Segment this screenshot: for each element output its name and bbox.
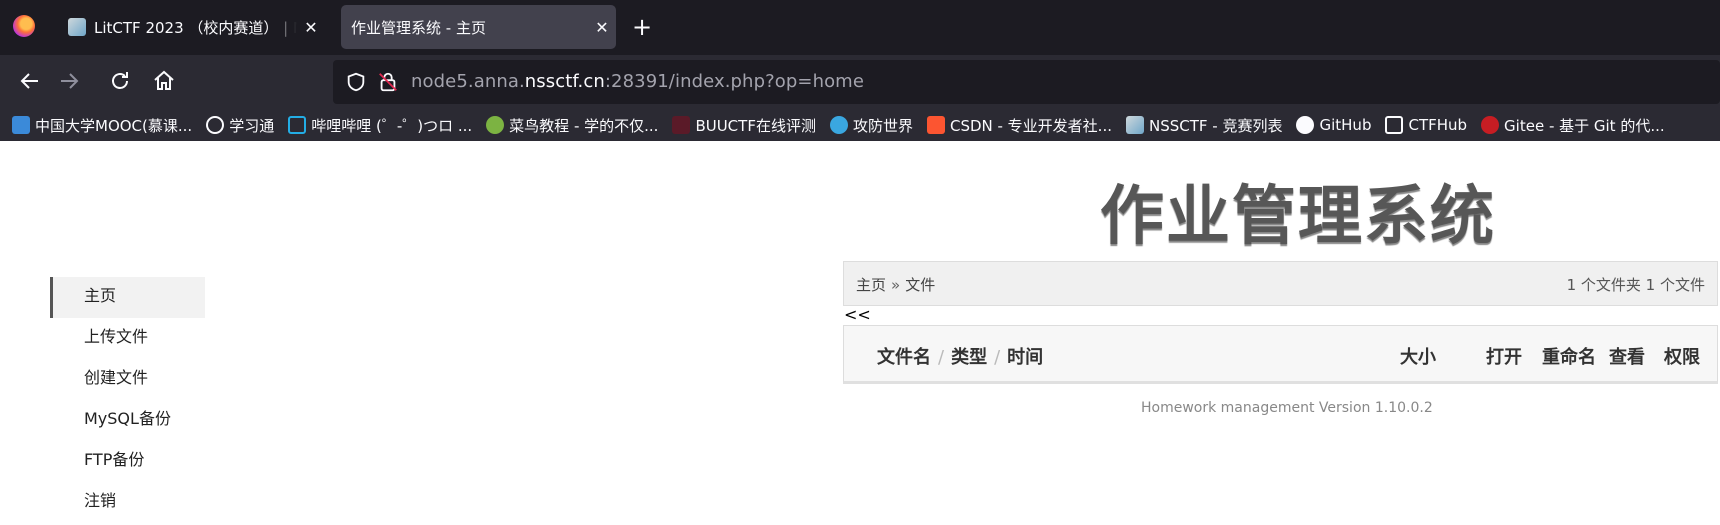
- bookmark-chaoxing[interactable]: 学习通: [206, 115, 274, 136]
- sidebar-item-ftp-backup[interactable]: FTP备份: [50, 441, 205, 482]
- version-footer: Homework management Version 1.10.0.2: [1141, 400, 1433, 416]
- header-sort-group: 文件名 / 类型 / 时间: [877, 343, 1043, 369]
- bookmark-label: Gitee - 基于 Git 的代...: [1504, 116, 1665, 135]
- tab-title: LitCTF 2023 （校内赛道） | NSSCTF: [94, 18, 297, 37]
- tab-bar: LitCTF 2023 （校内赛道） | NSSCTF ✕ 作业管理系统 - 主…: [0, 0, 1720, 55]
- url-path: :28391/index.php?op=home: [604, 71, 864, 92]
- home-icon[interactable]: [152, 69, 176, 93]
- bookmark-mooc[interactable]: 中国大学MOOC(慕课...: [12, 115, 192, 136]
- bookmark-label: CSDN - 专业开发者社...: [949, 116, 1112, 135]
- bookmark-label: GitHub: [1319, 116, 1372, 134]
- globe-icon: [206, 116, 225, 134]
- header-time[interactable]: 时间: [1007, 347, 1043, 368]
- sidebar-item-mysql-backup[interactable]: MySQL备份: [50, 400, 205, 441]
- adworld-favicon-icon: [829, 116, 848, 134]
- buuctf-favicon-icon: [672, 116, 691, 134]
- bookmark-nssctf[interactable]: NSSCTF - 竞赛列表: [1126, 115, 1282, 136]
- breadcrumb: 主页 » 文件 1 个文件夹 1 个文件: [843, 261, 1718, 306]
- github-icon: [1296, 116, 1315, 134]
- sidebar-item-logout[interactable]: 注销: [50, 482, 205, 523]
- nssctf-favicon-icon: [68, 18, 86, 36]
- tab-title: 作业管理系统 - 主页: [351, 18, 486, 37]
- bookmark-ctfhub[interactable]: CTFHub: [1385, 116, 1467, 134]
- csdn-favicon-icon: [926, 116, 945, 134]
- navigation-toolbar: node5.anna.nssctf.cn:28391/index.php?op=…: [0, 55, 1720, 109]
- header-size[interactable]: 大小: [1400, 343, 1436, 369]
- close-icon[interactable]: ✕: [297, 18, 325, 37]
- back-link[interactable]: <<: [844, 305, 871, 324]
- bookmark-runoob[interactable]: 菜鸟教程 - 学的不仅...: [486, 115, 658, 136]
- bookmark-label: NSSCTF - 竞赛列表: [1149, 116, 1283, 135]
- new-tab-plus-icon[interactable]: +: [632, 14, 652, 40]
- url-host: nssctf.cn: [524, 71, 605, 92]
- close-icon[interactable]: ✕: [588, 18, 616, 37]
- header-open: 打开: [1486, 347, 1522, 368]
- bookmark-label: 中国大学MOOC(慕课...: [35, 116, 193, 135]
- bookmark-csdn[interactable]: CSDN - 专业开发者社...: [926, 115, 1112, 136]
- tab-homework-system[interactable]: 作业管理系统 - 主页 ✕: [341, 5, 616, 49]
- sidebar-item-create[interactable]: 创建文件: [50, 359, 205, 400]
- url-bar[interactable]: node5.anna.nssctf.cn:28391/index.php?op=…: [333, 60, 1720, 104]
- header-permission: 权限: [1664, 347, 1700, 368]
- bookmark-gitee[interactable]: Gitee - 基于 Git 的代...: [1481, 115, 1665, 136]
- nssctf-favicon-icon: [1126, 116, 1144, 134]
- forward-arrow-icon[interactable]: [57, 69, 81, 93]
- reload-icon[interactable]: [108, 69, 132, 93]
- header-rename: 重命名: [1542, 347, 1596, 368]
- url-subdomain: node5.anna.: [411, 71, 525, 92]
- header-filename[interactable]: 文件名: [877, 347, 931, 368]
- runoob-favicon-icon: [486, 116, 505, 134]
- bookmark-label: 学习通: [229, 116, 275, 135]
- url-text[interactable]: node5.anna.nssctf.cn:28391/index.php?op=…: [411, 71, 864, 92]
- header-separator: /: [938, 347, 945, 368]
- header-view: 查看: [1609, 347, 1645, 368]
- page-title: 作业管理系统: [1100, 180, 1496, 254]
- ctfhub-hexagon-icon: [1385, 116, 1404, 134]
- web-page: 作业管理系统 主页 上传文件 创建文件 MySQL备份 FTP备份 注销 主页 »…: [0, 141, 1720, 525]
- bookmark-label: 菜鸟教程 - 学的不仅...: [509, 116, 659, 135]
- file-counts: 1 个文件夹 1 个文件: [1566, 276, 1705, 294]
- sidebar-item-home[interactable]: 主页: [50, 277, 205, 318]
- sidebar-item-upload[interactable]: 上传文件: [50, 318, 205, 359]
- bookmark-label: 哔哩哔哩 (゜-゜)つロ ...: [311, 116, 473, 135]
- bookmark-adworld[interactable]: 攻防世界: [829, 115, 913, 136]
- breadcrumb-separator: »: [891, 276, 901, 294]
- header-separator: /: [994, 347, 1001, 368]
- bookmark-label: 攻防世界: [852, 116, 913, 135]
- file-table-header: 文件名 / 类型 / 时间 大小 打开 重命名 查看 权限: [843, 325, 1718, 384]
- back-arrow-icon[interactable]: [18, 69, 42, 93]
- shield-icon[interactable]: [345, 71, 367, 93]
- bookmarks-toolbar: 中国大学MOOC(慕课... 学习通 哔哩哔哩 (゜-゜)つロ ... 菜鸟教程…: [0, 109, 1720, 141]
- breadcrumb-home-link[interactable]: 主页: [856, 276, 886, 294]
- sidebar-menu: 主页 上传文件 创建文件 MySQL备份 FTP备份 注销: [50, 277, 205, 523]
- bilibili-favicon-icon: [288, 116, 307, 134]
- bookmark-bilibili[interactable]: 哔哩哔哩 (゜-゜)つロ ...: [288, 115, 472, 136]
- gitee-favicon-icon: [1481, 116, 1500, 134]
- breadcrumb-current: 文件: [905, 276, 936, 294]
- bookmark-label: BUUCTF在线评测: [695, 116, 816, 135]
- insecure-lock-icon[interactable]: [377, 71, 399, 93]
- header-type[interactable]: 类型: [951, 347, 987, 368]
- mooc-favicon-icon: [12, 116, 30, 134]
- tab-litctf[interactable]: LitCTF 2023 （校内赛道） | NSSCTF ✕: [60, 5, 325, 49]
- breadcrumb-path: 主页 » 文件: [856, 274, 935, 295]
- bookmark-buuctf[interactable]: BUUCTF在线评测: [672, 115, 816, 136]
- firefox-menu-icon[interactable]: [13, 15, 35, 37]
- bookmark-label: CTFHub: [1408, 116, 1468, 134]
- bookmark-github[interactable]: GitHub: [1296, 116, 1371, 134]
